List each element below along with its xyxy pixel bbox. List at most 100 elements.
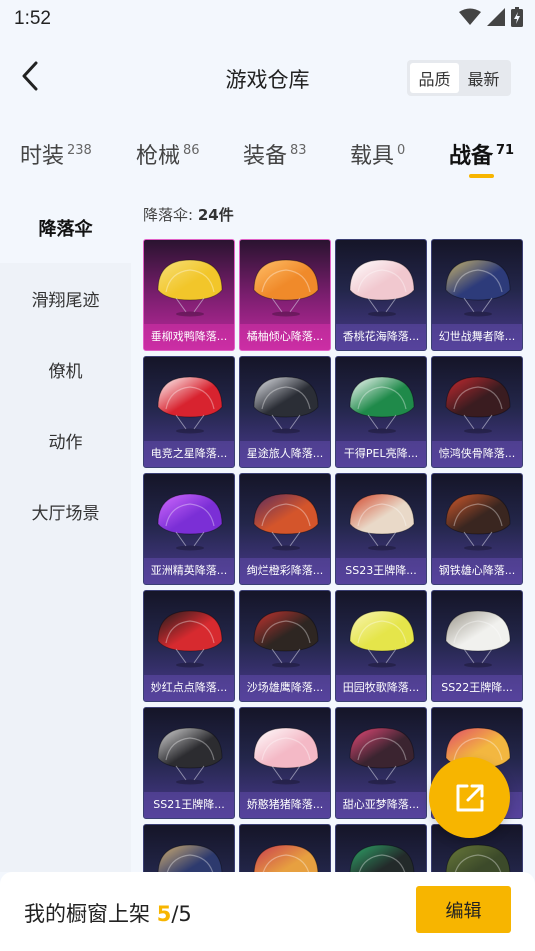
sort-toggle: 品质 最新 xyxy=(407,60,511,96)
showcase-total: 5 xyxy=(178,902,192,926)
item-card[interactable]: 干得PEL亮降... xyxy=(335,356,427,468)
sidebar: 降落伞 滑翔尾迹 僚机 动作 大厅场景 xyxy=(0,192,131,872)
item-name: 绚烂橙彩降落... xyxy=(240,558,330,584)
showcase-status: 我的橱窗上架 5/5 xyxy=(24,898,192,928)
item-card[interactable]: SS23王牌降... xyxy=(335,473,427,585)
parachute-icon xyxy=(445,844,511,872)
item-name: 田园牧歌降落... xyxy=(336,675,426,701)
section-count: 24件 xyxy=(197,206,234,224)
tab-equipment[interactable]: 装备 83 xyxy=(243,138,307,170)
parachute-icon xyxy=(445,610,511,668)
item-card[interactable]: 亚洲精英降落... xyxy=(143,473,235,585)
tab-count: 71 xyxy=(496,143,515,158)
item-name: 幻世战舞者降... xyxy=(432,324,522,350)
item-card[interactable]: 田园牧歌降落... xyxy=(335,590,427,702)
item-name: 甜心亚梦降落... xyxy=(336,792,426,818)
signal-icon xyxy=(487,8,505,26)
tab-label: 装备 xyxy=(243,144,288,169)
section-header: 降落伞: 24件 xyxy=(143,204,234,225)
showcase-current: 5 xyxy=(156,902,172,926)
item-name: 惊鸿侠骨降落... xyxy=(432,441,522,467)
item-card[interactable]: 电竞之星降落... xyxy=(143,356,235,468)
status-bar: 1:52 xyxy=(0,0,535,40)
parachute-icon xyxy=(253,259,319,317)
parachute-icon xyxy=(157,259,223,317)
tab-gear[interactable]: 战备 71 xyxy=(449,138,514,170)
header: 游戏仓库 品质 最新 xyxy=(0,44,535,110)
showcase-label: 我的橱窗上架 xyxy=(24,902,157,926)
parachute-icon xyxy=(349,259,415,317)
sidebar-item-parachute[interactable]: 降落伞 xyxy=(0,192,131,263)
item-name: 橘柚倾心降落... xyxy=(240,324,330,350)
parachute-icon xyxy=(253,727,319,785)
item-card[interactable]: 钢铁雄心降落... xyxy=(431,473,523,585)
battery-charging-icon xyxy=(511,7,523,27)
item-card[interactable]: 香桃花海降落... xyxy=(335,239,427,351)
parachute-icon xyxy=(445,493,511,551)
tab-label: 载具 xyxy=(350,144,395,169)
item-name: 干得PEL亮降... xyxy=(336,441,426,467)
item-name: 垂柳戏鸭降落... xyxy=(144,324,234,350)
item-name: SS21王牌降... xyxy=(144,792,234,818)
tab-label: 枪械 xyxy=(136,144,181,169)
share-button[interactable] xyxy=(429,757,510,838)
edit-button[interactable]: 编辑 xyxy=(416,886,511,933)
bottom-bar: 我的橱窗上架 5/5 编辑 xyxy=(0,872,535,951)
item-name: 沙场雄鹰降落... xyxy=(240,675,330,701)
sidebar-item-emote[interactable]: 动作 xyxy=(0,405,131,476)
item-name: 钢铁雄心降落... xyxy=(432,558,522,584)
share-external-icon xyxy=(456,784,483,811)
item-card[interactable]: SS21王牌降... xyxy=(143,707,235,819)
item-card[interactable]: 妙红点点降落... xyxy=(143,590,235,702)
item-card[interactable]: SS22王牌降... xyxy=(431,590,523,702)
parachute-icon xyxy=(253,610,319,668)
parachute-icon xyxy=(445,376,511,434)
item-name: 电竞之星降落... xyxy=(144,441,234,467)
item-card[interactable]: 绚烂橙彩降落... xyxy=(239,473,331,585)
item-card[interactable]: 星途旅人降落... xyxy=(239,356,331,468)
parachute-icon xyxy=(349,493,415,551)
parachute-icon xyxy=(157,376,223,434)
status-icons xyxy=(459,7,523,27)
tab-label: 时装 xyxy=(20,144,65,169)
item-card[interactable]: 橘柚倾心降落... xyxy=(239,239,331,351)
tab-label: 战备 xyxy=(449,144,494,169)
parachute-icon xyxy=(349,376,415,434)
category-tabs: 时装 238 枪械 86 装备 83 载具 0 战备 71 xyxy=(0,130,535,190)
tab-count: 86 xyxy=(183,143,200,158)
parachute-icon xyxy=(445,259,511,317)
parachute-icon xyxy=(157,727,223,785)
item-card[interactable]: 惊鸿侠骨降落... xyxy=(431,356,523,468)
item-name: 亚洲精英降落... xyxy=(144,558,234,584)
item-card[interactable]: 幻世战舞者降... xyxy=(431,239,523,351)
parachute-icon xyxy=(349,727,415,785)
sidebar-item-lobby-scene[interactable]: 大厅场景 xyxy=(0,476,131,547)
item-card[interactable]: 甜心亚梦降落... xyxy=(335,707,427,819)
parachute-icon xyxy=(157,610,223,668)
status-time: 1:52 xyxy=(14,8,51,29)
parachute-icon xyxy=(157,844,223,872)
wifi-icon xyxy=(459,8,481,25)
tab-count: 0 xyxy=(397,143,406,158)
tab-count: 238 xyxy=(67,143,92,158)
active-tab-indicator xyxy=(469,174,494,178)
tab-fashion[interactable]: 时装 238 xyxy=(20,138,92,170)
parachute-icon xyxy=(349,610,415,668)
tab-weapons[interactable]: 枪械 86 xyxy=(136,138,200,170)
parachute-icon xyxy=(253,376,319,434)
tab-vehicles[interactable]: 载具 0 xyxy=(350,138,405,170)
tab-count: 83 xyxy=(290,143,307,158)
item-card[interactable]: 垂柳戏鸭降落... xyxy=(143,239,235,351)
item-card[interactable] xyxy=(143,824,235,872)
sort-quality-button[interactable]: 品质 xyxy=(410,63,459,93)
item-card[interactable]: 娇憨猪猪降落... xyxy=(239,707,331,819)
item-name: 香桃花海降落... xyxy=(336,324,426,350)
section-label: 降落伞: xyxy=(143,206,198,224)
sidebar-item-wingman[interactable]: 僚机 xyxy=(0,334,131,405)
item-card[interactable] xyxy=(239,824,331,872)
sort-latest-button[interactable]: 最新 xyxy=(459,63,508,93)
item-card[interactable]: 沙场雄鹰降落... xyxy=(239,590,331,702)
sidebar-item-glide-trail[interactable]: 滑翔尾迹 xyxy=(0,263,131,334)
item-card[interactable] xyxy=(335,824,427,872)
item-name: 星途旅人降落... xyxy=(240,441,330,467)
